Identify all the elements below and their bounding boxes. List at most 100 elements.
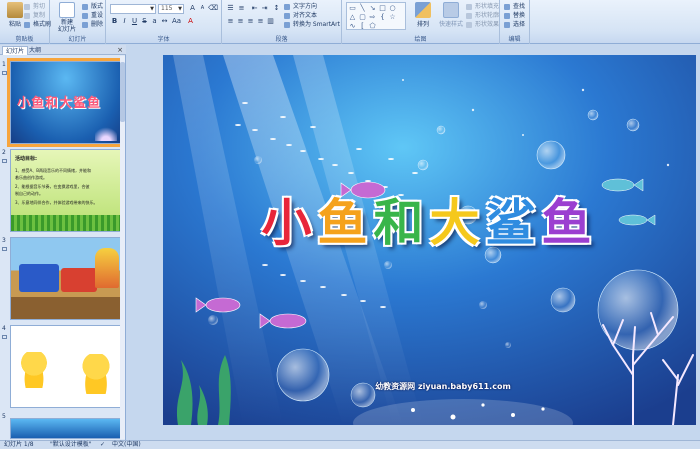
shape-fill-button[interactable]: 形状填充 <box>466 3 499 11</box>
paragraph-group: ☰ ≡ ⇤ ⇥ ↕ ≡ ≡ ≡ ≡ ▥ 文字方向 对齐文本 转换为 SmartA… <box>222 0 342 44</box>
duck-picture <box>21 352 47 388</box>
bracket-shape-icon[interactable]: [ <box>358 22 367 30</box>
copy-button[interactable]: 复制 <box>24 12 45 20</box>
numbering-icon[interactable]: ≡ <box>237 4 246 13</box>
clipboard-group: 粘贴 剪切 复制 格式刷 剪贴板 <box>0 0 51 44</box>
smartart-button[interactable]: 转换为 SmartArt <box>284 21 340 29</box>
align-left-icon[interactable]: ≡ <box>226 17 235 26</box>
title-letter: 鱼 <box>541 194 598 252</box>
panel-scrollbar[interactable] <box>120 56 125 439</box>
slide-canvas[interactable]: 小鱼和大鲨鱼 幼教资源网 ziyuan.baby611.com <box>163 55 696 425</box>
font-color-icon[interactable]: A <box>186 17 195 26</box>
cut-button[interactable]: 剪切 <box>24 3 45 11</box>
line-shape-icon[interactable]: ╲ <box>358 4 367 12</box>
thumbnail-preview <box>10 325 122 408</box>
slide-thumbnail-5[interactable]: 5 <box>0 413 122 439</box>
status-bar: 幻灯片 1/8 "默认设计模板" ✓ 中文(中国) <box>0 440 700 449</box>
rounded-rect-shape-icon[interactable]: ▢ <box>358 13 367 21</box>
line-spacing-icon[interactable]: ↕ <box>272 4 281 13</box>
quick-styles-button[interactable]: 快速样式 <box>436 2 466 32</box>
right-arrow-shape-icon[interactable]: ⇨ <box>368 13 377 21</box>
replace-button[interactable]: 替换 <box>504 12 525 20</box>
font-name-combo[interactable]: ▼ <box>110 4 156 14</box>
square-shape-icon[interactable]: □ <box>378 4 387 12</box>
tab-slides[interactable]: 幻灯片 <box>2 46 29 55</box>
italic-icon[interactable]: I <box>120 17 129 26</box>
ribbon: 粘贴 剪切 复制 格式刷 剪贴板 新建 幻灯片 版式 重设 删除 幻灯片 ▼ 1… <box>0 0 700 44</box>
justify-icon[interactable]: ≡ <box>256 17 265 26</box>
triangle-shape-icon[interactable]: △ <box>348 13 357 21</box>
new-slide-label: 新建 幻灯片 <box>57 19 76 33</box>
delete-button[interactable]: 删除 <box>82 21 103 29</box>
quick-styles-label: 快速样式 <box>438 21 463 28</box>
shape-effects-button[interactable]: 形状效果 <box>466 21 499 29</box>
grow-font-icon[interactable]: A <box>188 4 197 13</box>
paste-label: 粘贴 <box>8 21 21 28</box>
slide-editing-area: 小鱼和大鲨鱼 幼教资源网 ziyuan.baby611.com <box>127 45 700 440</box>
spelling-icon[interactable]: ✓ <box>100 441 105 449</box>
slides-group: 新建 幻灯片 版式 重设 删除 幻灯片 <box>50 0 106 44</box>
font-size-combo[interactable]: 115 ▼ <box>158 4 184 14</box>
shape-outline-button[interactable]: 形状轮廓 <box>466 12 499 20</box>
chevron-down-icon: ▼ <box>150 6 154 12</box>
format-painter-button[interactable]: 格式刷 <box>24 21 51 29</box>
columns-icon[interactable]: ▥ <box>266 17 275 26</box>
rectangle-shape-icon[interactable]: ▭ <box>348 4 357 12</box>
slide-thumbnail-4[interactable]: 4 <box>0 325 122 413</box>
star-shape-icon[interactable]: ☆ <box>388 13 397 21</box>
train-picture <box>61 268 97 292</box>
increase-indent-icon[interactable]: ⇥ <box>260 4 269 13</box>
underline-icon[interactable]: U <box>130 17 139 26</box>
slides-label: 幻灯片 <box>68 36 87 43</box>
slide-title-text: 小鱼和大鲨鱼 <box>262 194 598 252</box>
close-icon[interactable]: × <box>117 46 123 54</box>
bullets-icon[interactable]: ☰ <box>226 4 235 13</box>
drawing-label: 绘图 <box>414 36 427 43</box>
shapes-gallery[interactable]: ▭ ╲ ↘ □ ○ △ ▢ ⇨ { ☆ ∿ [ ⬠ <box>346 2 406 30</box>
drawing-group: ▭ ╲ ↘ □ ○ △ ▢ ⇨ { ☆ ∿ [ ⬠ 排列 快速样式 形状填充 形… <box>342 0 500 44</box>
text-direction-button[interactable]: 文字方向 <box>284 3 317 11</box>
scrollbar-thumb[interactable] <box>120 62 125 122</box>
title-letter: 鱼 <box>317 194 374 252</box>
slide-thumbnail-1[interactable]: 1 小鱼和大鲨鱼 <box>0 58 125 149</box>
find-button[interactable]: 查找 <box>504 3 525 11</box>
tab-outline[interactable]: 大纲 <box>26 46 44 55</box>
paste-icon <box>7 2 23 18</box>
arrow-shape-icon[interactable]: ↘ <box>368 4 377 12</box>
strikethrough-icon[interactable]: S <box>140 17 149 26</box>
language-indicator[interactable]: 中文(中国) <box>112 441 141 449</box>
thumbnail-preview: 小鱼和大鲨鱼 <box>7 58 125 147</box>
slide-counter: 幻灯片 1/8 <box>4 441 34 448</box>
bold-icon[interactable]: B <box>110 17 119 26</box>
slide-thumbnail-2[interactable]: 2 活动目标: 1、感受A、B两段音乐的不同情绪，并能和 着乐曲创作游戏。 2、… <box>0 149 122 237</box>
new-slide-icon <box>59 2 75 18</box>
select-button[interactable]: 选择 <box>504 21 525 29</box>
shadow-icon[interactable]: a <box>150 17 159 26</box>
pentagon-shape-icon[interactable]: ⬠ <box>368 22 377 30</box>
spacing-icon[interactable]: ↔ <box>160 17 169 26</box>
reset-button[interactable]: 重设 <box>82 12 103 20</box>
thumbnail-line: 3、乐意地同伴合作，并体验游戏带来的快乐。 <box>15 200 98 205</box>
brace-shape-icon[interactable]: { <box>378 13 387 21</box>
slides-panel: 幻灯片 大纲 × 1 小鱼和大鲨鱼 2 活动目标: 1、感受A、B两段音乐的不同… <box>0 45 126 440</box>
slide-icon <box>2 71 7 75</box>
layout-button[interactable]: 版式 <box>82 3 103 11</box>
decrease-indent-icon[interactable]: ⇤ <box>250 4 259 13</box>
slide-title[interactable]: 小鱼和大鲨鱼 <box>163 183 696 255</box>
title-letter: 鲨 <box>485 194 542 252</box>
new-slide-button[interactable]: 新建 幻灯片 <box>54 2 80 33</box>
arrange-button[interactable]: 排列 <box>410 2 436 32</box>
curve-shape-icon[interactable]: ∿ <box>348 22 357 30</box>
change-case-icon[interactable]: Aa <box>172 17 181 26</box>
slide-thumbnail-3[interactable]: 3 <box>0 237 122 325</box>
align-center-icon[interactable]: ≡ <box>236 17 245 26</box>
editing-label: 编辑 <box>508 36 521 43</box>
shrink-font-icon[interactable]: A <box>198 4 207 13</box>
watermark-text: 幼教资源网 ziyuan.baby611.com <box>375 382 511 391</box>
thumbnail-preview <box>10 418 122 439</box>
clear-format-icon[interactable]: ⌫ <box>208 4 218 13</box>
title-letter: 大 <box>429 194 486 252</box>
align-right-icon[interactable]: ≡ <box>246 17 255 26</box>
align-text-button[interactable]: 对齐文本 <box>284 12 317 20</box>
oval-shape-icon[interactable]: ○ <box>388 4 397 12</box>
